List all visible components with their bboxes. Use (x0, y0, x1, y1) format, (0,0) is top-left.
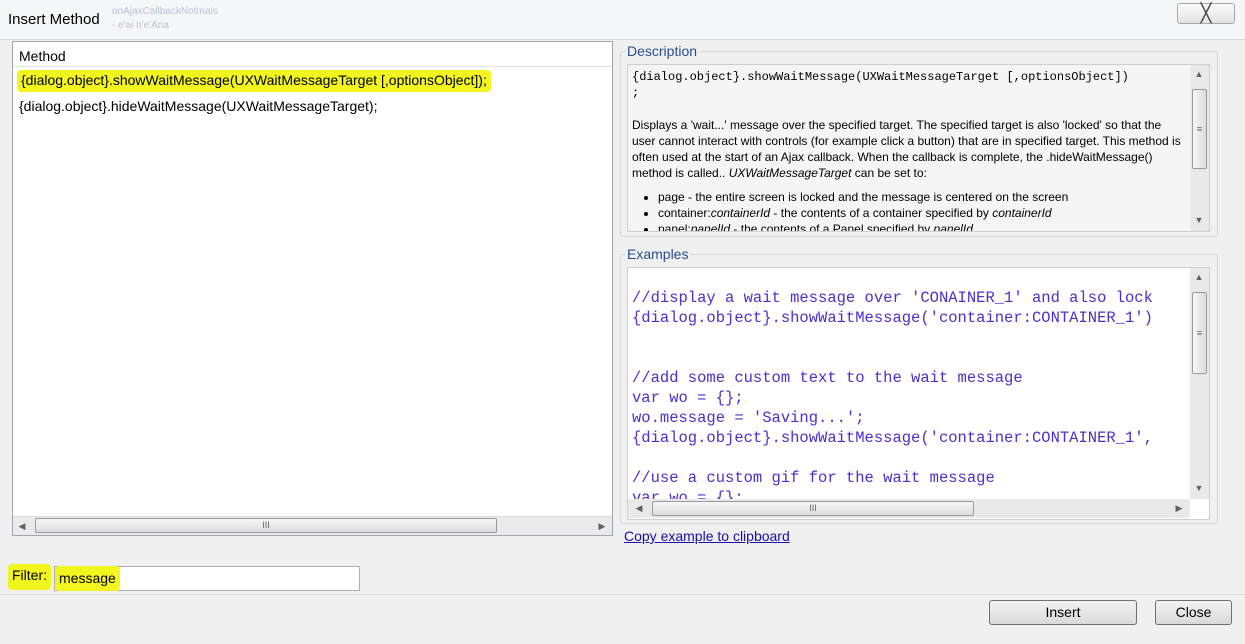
method-list[interactable]: Method {dialog.object}.showWaitMessage(U… (12, 41, 613, 536)
example-code: //display a wait message over 'CONAINER_… (632, 289, 1153, 507)
method-item-hide-wait-message[interactable]: {dialog.object}.hideWaitMessage(UXWaitMe… (17, 96, 379, 116)
examples-horizontal-scrollbar[interactable]: ◀ III ▶ (628, 499, 1190, 518)
target-option-page: page - the entire screen is locked and t… (658, 189, 1187, 205)
target-options-list: page - the entire screen is locked and t… (632, 189, 1187, 231)
target-option-panel: panel:panelId - the contents of a Panel … (658, 221, 1187, 231)
scroll-up-icon[interactable]: ▲ (1190, 65, 1208, 83)
method-list-horizontal-scrollbar[interactable]: ◀ III ▶ (13, 516, 612, 535)
grip-icon: ≡ (1196, 124, 1203, 134)
scroll-thumb[interactable]: III (652, 501, 974, 516)
filter-label: Filter: (8, 564, 51, 590)
insert-button[interactable]: Insert (989, 600, 1137, 625)
grip-icon: ≡ (1196, 328, 1203, 338)
scroll-thumb[interactable]: ≡ (1192, 89, 1207, 169)
target-option-container: container:containerId - the contents of … (658, 205, 1187, 221)
method-item-show-wait-message[interactable]: {dialog.object}.showWaitMessage(UXWaitMe… (17, 70, 491, 92)
scroll-right-icon[interactable]: ▶ (1170, 499, 1188, 517)
scroll-thumb[interactable]: ≡ (1192, 292, 1207, 374)
copy-example-link[interactable]: Copy example to clipboard (624, 528, 790, 544)
description-signature: {dialog.object}.showWaitMessage(UXWaitMe… (632, 70, 1129, 100)
background-window-text: onAjaxCallbackNotmais (112, 6, 218, 17)
filter-input-value[interactable]: message (55, 566, 120, 591)
scroll-down-icon[interactable]: ▼ (1190, 211, 1208, 229)
description-panel: {dialog.object}.showWaitMessage(UXWaitMe… (627, 64, 1210, 232)
scroll-up-icon[interactable]: ▲ (1190, 268, 1208, 286)
window-title: Insert Method (8, 11, 100, 28)
grip-icon: III (809, 503, 817, 513)
scroll-down-icon[interactable]: ▼ (1190, 479, 1208, 497)
scroll-thumb[interactable]: III (35, 518, 497, 533)
examples-vertical-scrollbar[interactable]: ▲ ≡ ▼ (1190, 268, 1209, 499)
close-button[interactable]: Close (1155, 600, 1232, 625)
examples-code-panel[interactable]: //display a wait message over 'CONAINER_… (627, 267, 1210, 520)
close-icon: ╳ (1200, 3, 1212, 23)
scroll-left-icon[interactable]: ◀ (13, 517, 31, 535)
description-text: Displays a 'wait...' message over the sp… (632, 117, 1187, 231)
examples-label: Examples (625, 246, 691, 262)
background-window-text: - e'ai n'e'Ana (112, 20, 169, 31)
grip-icon: III (262, 520, 270, 530)
method-column-header-label: Method (19, 48, 66, 64)
scroll-left-icon[interactable]: ◀ (630, 499, 648, 517)
window-close-button[interactable]: ╳ (1177, 3, 1235, 24)
method-column-header[interactable]: Method (13, 42, 612, 67)
scroll-right-icon[interactable]: ▶ (593, 517, 611, 535)
description-label: Description (625, 43, 700, 59)
description-vertical-scrollbar[interactable]: ▲ ≡ ▼ (1190, 65, 1209, 231)
